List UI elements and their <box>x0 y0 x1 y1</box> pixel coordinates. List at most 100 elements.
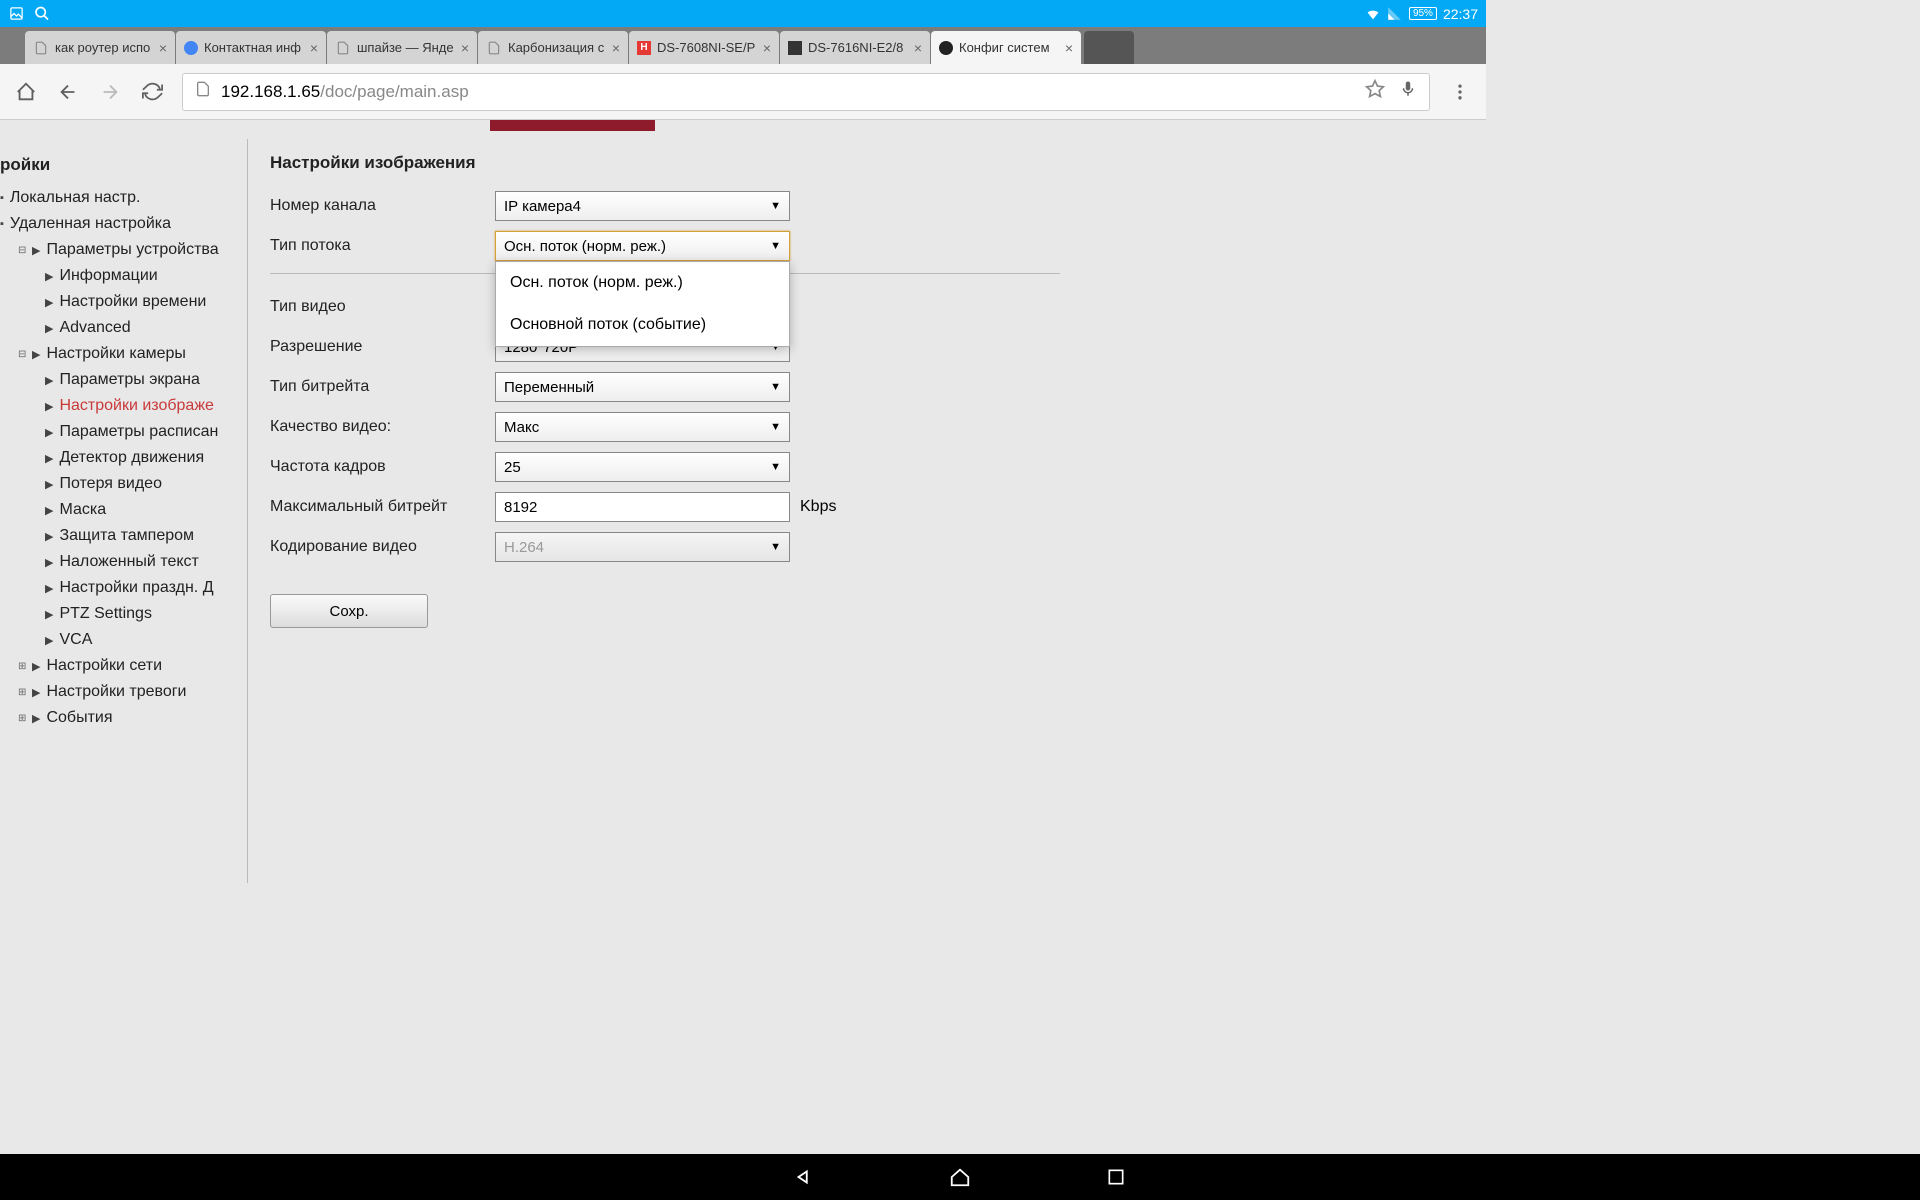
sidebar-item-motion[interactable]: ▶Детектор движения <box>0 445 247 471</box>
sidebar-item-image-settings[interactable]: ▶Настройки изображе <box>0 393 247 419</box>
arrow-icon: ▶ <box>45 270 53 283</box>
camera-icon <box>939 41 953 55</box>
arrow-icon: ▶ <box>32 660 40 673</box>
clock: 22:37 <box>1443 6 1478 22</box>
close-icon[interactable]: × <box>461 40 469 56</box>
browser-tab-active[interactable]: Конфиг систем × <box>931 31 1081 64</box>
close-icon[interactable]: × <box>914 40 922 56</box>
arrow-icon: ▶ <box>45 374 53 387</box>
sidebar-item-camera[interactable]: ⊟▶Настройки камеры <box>0 341 247 367</box>
browser-tab[interactable]: H DS-7608NI-SE/P × <box>629 31 779 64</box>
arrow-icon: ▶ <box>32 686 40 699</box>
sidebar-item-info[interactable]: ▶Информации <box>0 263 247 289</box>
close-icon[interactable]: × <box>763 40 771 56</box>
max-bitrate-label: Максимальный битрейт <box>270 498 495 516</box>
arrow-icon: ▶ <box>32 244 40 257</box>
tab-title: как роутер испо <box>55 40 153 55</box>
close-icon[interactable]: × <box>159 40 167 56</box>
browser-tab[interactable]: как роутер испо × <box>25 31 175 64</box>
sidebar-item-schedule[interactable]: ▶Параметры расписан <box>0 419 247 445</box>
dropdown-option[interactable]: Основной поток (событие) <box>496 304 789 346</box>
arrow-icon: ▶ <box>45 296 53 309</box>
sidebar-item-overlay[interactable]: ▶Наложенный текст <box>0 549 247 575</box>
recent-nav-button[interactable] <box>1103 1164 1129 1190</box>
stream-type-select[interactable]: Осн. поток (норм. реж.)▼ <box>495 231 790 261</box>
chevron-down-icon: ▼ <box>770 200 781 212</box>
sidebar-item-tamper[interactable]: ▶Защита тампером <box>0 523 247 549</box>
sidebar-item-device-params[interactable]: ⊟▶Параметры устройства <box>0 237 247 263</box>
expand-icon[interactable]: ⊞ <box>18 687 30 698</box>
browser-toolbar: 192.168.1.65/doc/page/main.asp <box>0 64 1486 120</box>
browser-tab[interactable]: шпайзе — Янде × <box>327 31 477 64</box>
close-icon[interactable]: × <box>310 40 318 56</box>
expand-icon[interactable]: ⊞ <box>18 713 30 724</box>
browser-tab[interactable]: Контактная инф × <box>176 31 326 64</box>
expand-icon[interactable]: ⊟ <box>18 245 30 256</box>
settings-sidebar: ройки ▪Локальная настр. ▪Удаленная настр… <box>0 139 248 883</box>
fps-label: Частота кадров <box>270 458 495 476</box>
sidebar-item-display[interactable]: ▶Параметры экрана <box>0 367 247 393</box>
bitrate-type-select[interactable]: Переменный▼ <box>495 372 790 402</box>
reload-button[interactable] <box>140 80 164 104</box>
url-path: /doc/page/main.asp <box>320 82 468 102</box>
main-panel: Настройки изображения Номер канала IP ка… <box>248 139 1486 883</box>
browser-tab[interactable]: DS-7616NI-E2/8 × <box>780 31 930 64</box>
tab-title: Карбонизация с <box>508 40 606 55</box>
browser-tab[interactable]: Карбонизация с × <box>478 31 628 64</box>
sidebar-item-advanced[interactable]: ▶Advanced <box>0 315 247 341</box>
sidebar-item-video-loss[interactable]: ▶Потеря видео <box>0 471 247 497</box>
quality-select[interactable]: Макс▼ <box>495 412 790 442</box>
fps-select[interactable]: 25▼ <box>495 452 790 482</box>
tab-title: Конфиг систем <box>959 40 1059 55</box>
home-nav-button[interactable] <box>947 1164 973 1190</box>
sidebar-item-remote[interactable]: ▪Удаленная настройка <box>0 211 247 237</box>
sidebar-item-events[interactable]: ⊞▶События <box>0 705 247 731</box>
expand-icon[interactable]: ⊞ <box>18 661 30 672</box>
arrow-icon: ▶ <box>45 582 53 595</box>
sidebar-item-holiday[interactable]: ▶Настройки праздн. Д <box>0 575 247 601</box>
close-icon[interactable]: × <box>612 40 620 56</box>
sidebar-item-local[interactable]: ▪Локальная настр. <box>0 185 247 211</box>
sidebar-title: ройки <box>0 149 247 185</box>
address-bar[interactable]: 192.168.1.65/doc/page/main.asp <box>182 73 1430 111</box>
home-button[interactable] <box>14 80 38 104</box>
star-icon[interactable] <box>1365 79 1385 104</box>
max-bitrate-input[interactable] <box>495 492 790 522</box>
tab-overflow[interactable] <box>1084 31 1134 64</box>
page-icon <box>195 81 211 102</box>
sidebar-item-mask[interactable]: ▶Маска <box>0 497 247 523</box>
doc-icon <box>33 40 49 56</box>
back-nav-button[interactable] <box>791 1164 817 1190</box>
battery-indicator: 95% <box>1409 7 1437 20</box>
forward-button[interactable] <box>98 80 122 104</box>
sidebar-item-ptz[interactable]: ▶PTZ Settings <box>0 601 247 627</box>
chevron-down-icon: ▼ <box>770 240 781 252</box>
encoding-select[interactable]: H.264▼ <box>495 532 790 562</box>
dropdown-option[interactable]: Осн. поток (норм. реж.) <box>496 262 789 304</box>
picture-icon <box>8 6 24 22</box>
channel-select[interactable]: IP камера4▼ <box>495 191 790 221</box>
menu-button[interactable] <box>1448 80 1472 104</box>
back-button[interactable] <box>56 80 80 104</box>
close-icon[interactable]: × <box>1065 40 1073 56</box>
expand-icon[interactable]: ⊟ <box>18 349 30 360</box>
save-button[interactable]: Сохр. <box>270 594 428 628</box>
settings-tree: ▪Локальная настр. ▪Удаленная настройка ⊟… <box>0 185 247 731</box>
chevron-down-icon: ▼ <box>770 541 781 553</box>
sidebar-item-network[interactable]: ⊞▶Настройки сети <box>0 653 247 679</box>
favicon-icon: H <box>637 41 651 55</box>
sidebar-item-alarm[interactable]: ⊞▶Настройки тревоги <box>0 679 247 705</box>
mic-icon[interactable] <box>1399 80 1417 103</box>
arrow-icon: ▶ <box>45 452 53 465</box>
chevron-down-icon: ▼ <box>770 421 781 433</box>
arrow-icon: ▶ <box>45 478 53 491</box>
stream-type-label: Тип потока <box>270 237 495 255</box>
sidebar-item-vca[interactable]: ▶VCA <box>0 627 247 653</box>
arrow-icon: ▶ <box>32 348 40 361</box>
stream-type-dropdown: Осн. поток (норм. реж.) Основной поток (… <box>495 261 790 347</box>
arrow-icon: ▶ <box>45 556 53 569</box>
arrow-icon: ▶ <box>45 530 53 543</box>
sidebar-item-time[interactable]: ▶Настройки времени <box>0 289 247 315</box>
tab-title: шпайзе — Янде <box>357 40 455 55</box>
doc-icon <box>486 40 502 56</box>
